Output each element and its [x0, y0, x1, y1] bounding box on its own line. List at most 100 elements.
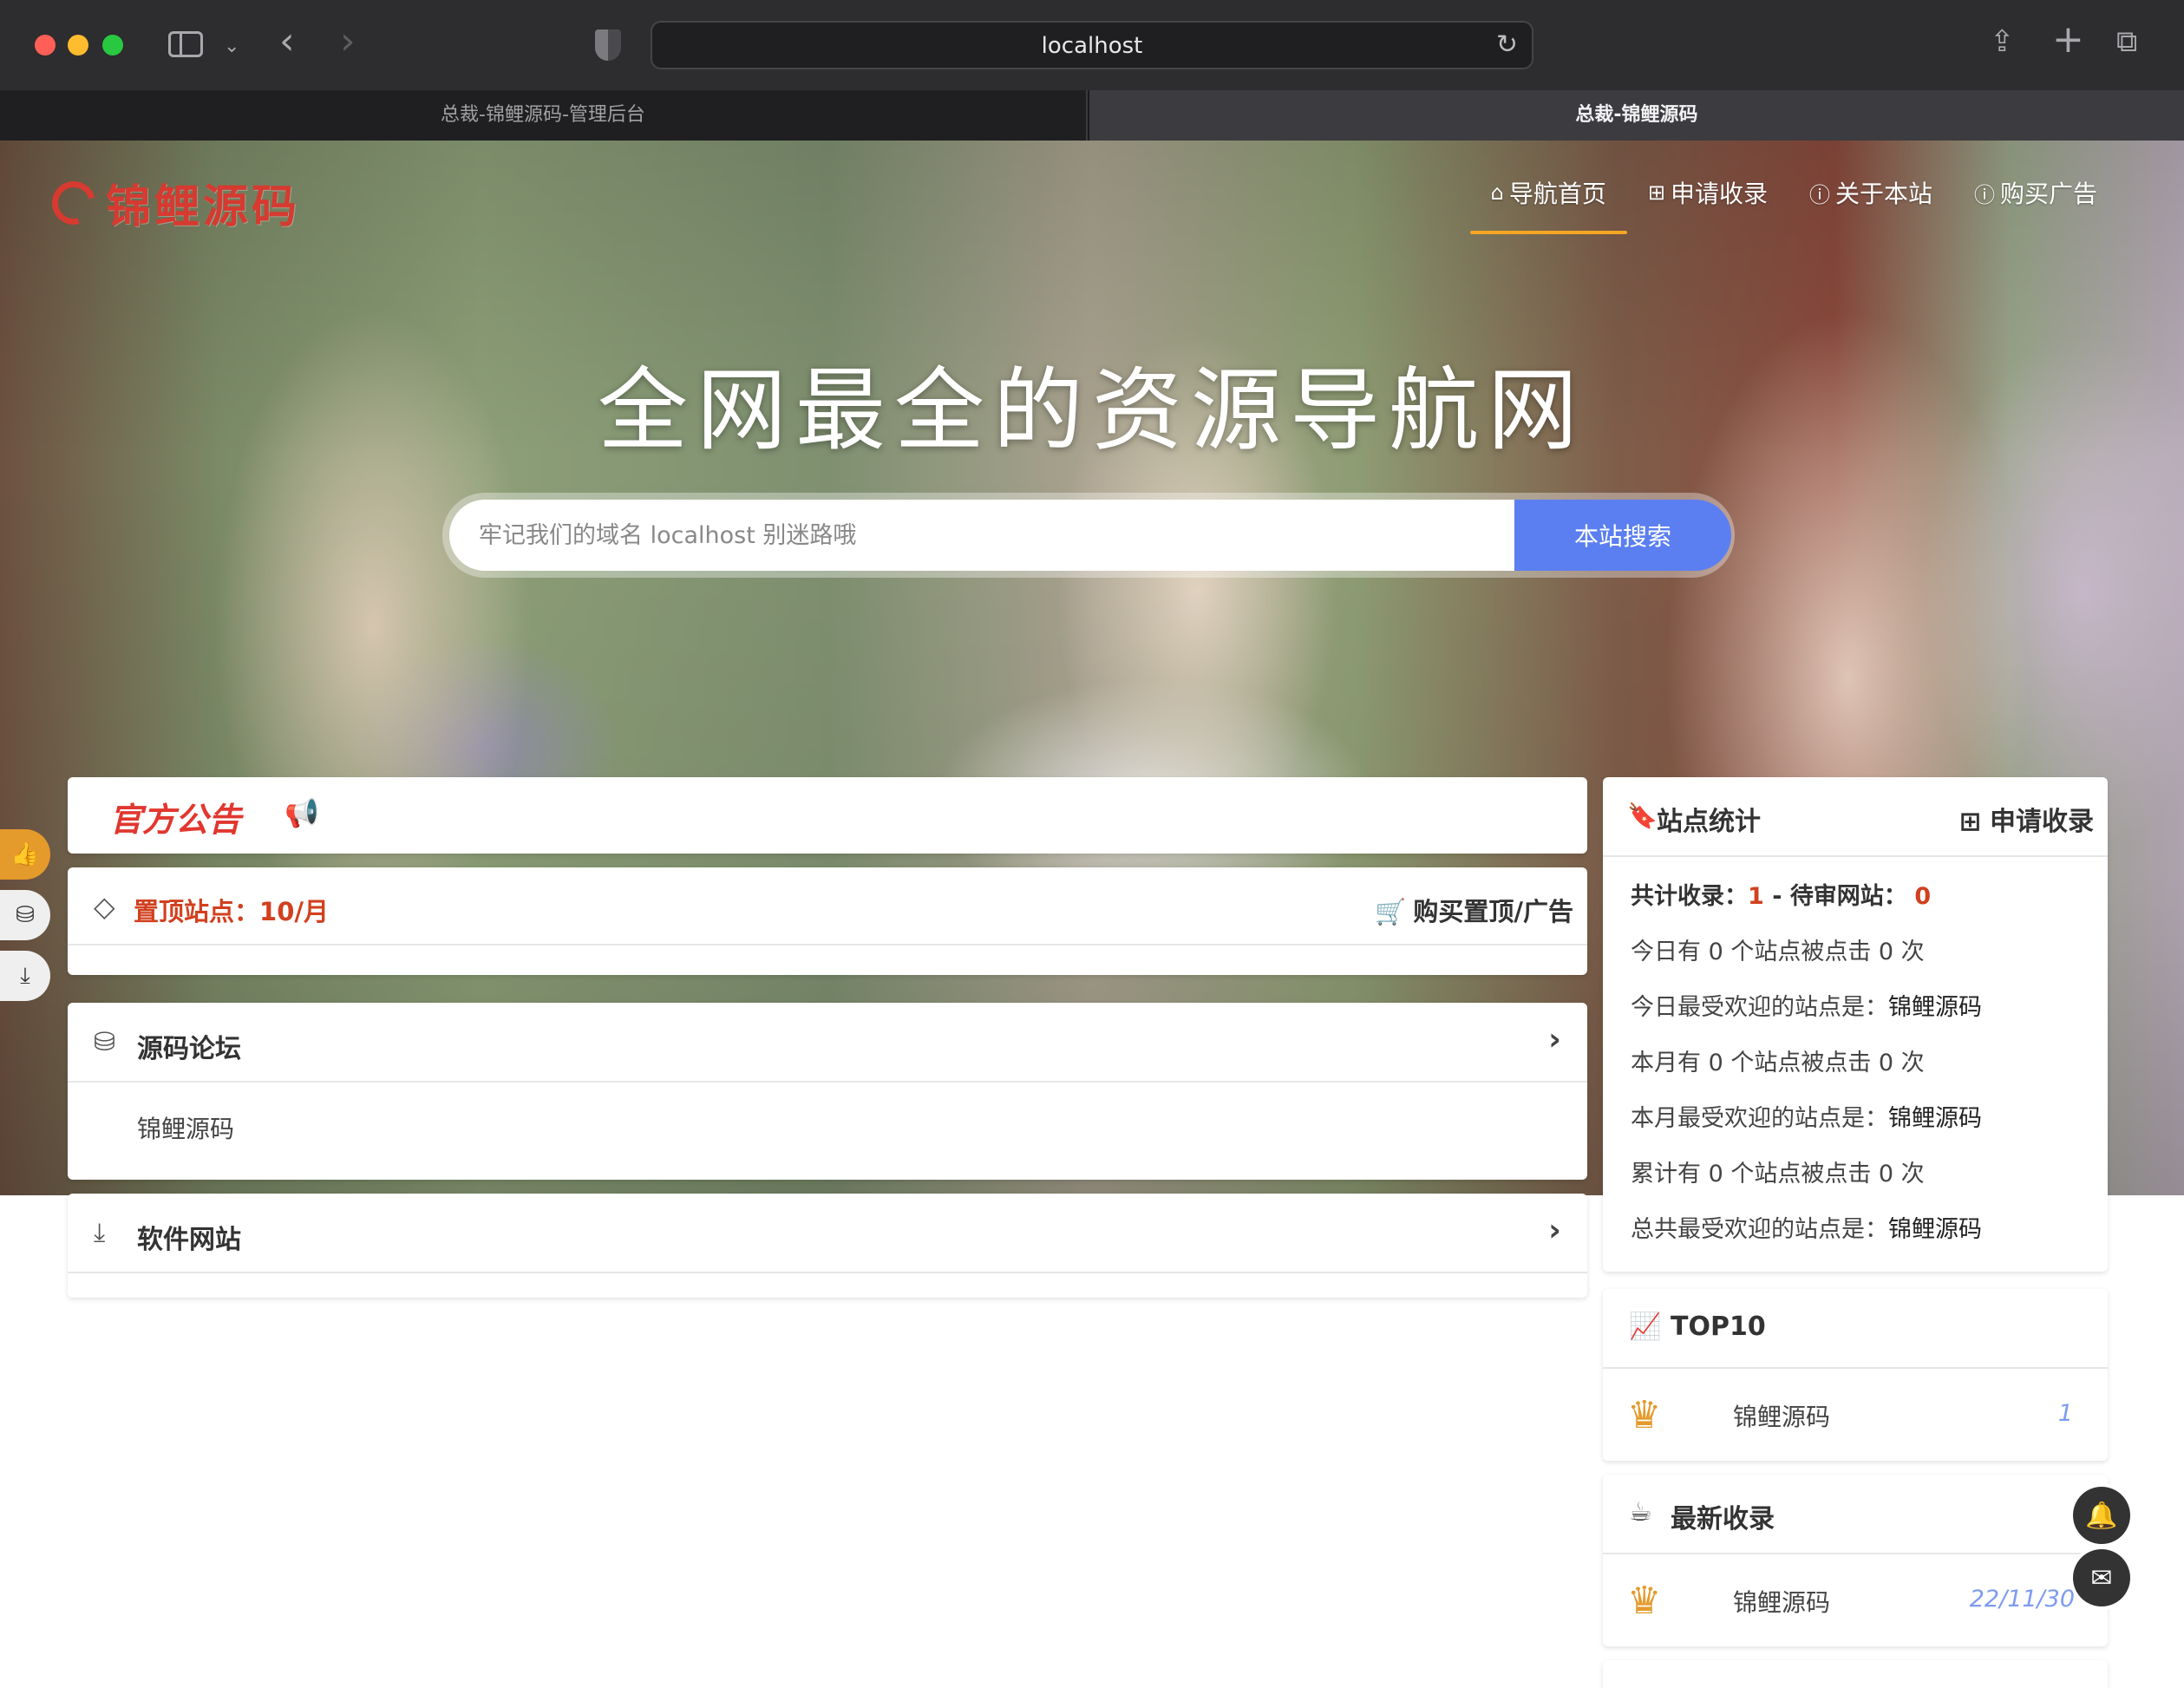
diamond-icon: ◇ — [94, 890, 115, 923]
site-logo[interactable]: 锦鲤源码 — [43, 170, 300, 235]
pinned-header: ◇ 置顶站点：10/月 🛒 购买置顶/广告 — [68, 867, 1587, 945]
download-icon[interactable]: ⤓ — [0, 951, 50, 1001]
stat-row: 今日最受欢迎的站点是：锦鲤源码 — [1631, 980, 2090, 1036]
stat-site-link[interactable]: 锦鲤源码 — [1888, 1105, 1982, 1132]
pending-label: 待审网站： — [1789, 883, 1907, 910]
search-form: 本站搜索 — [442, 493, 1735, 578]
cubes-icon[interactable]: ⛁ — [0, 890, 50, 940]
stat-text: 本月最受欢迎的站点是： — [1631, 1105, 1888, 1132]
forward-arrow-icon[interactable]: › — [340, 23, 356, 61]
coffee-icon: ☕ — [1629, 1497, 1652, 1528]
category-title: 软件网站 — [137, 1225, 241, 1255]
tab-admin[interactable]: 总裁-锦鲤源码-管理后台 — [0, 90, 1088, 141]
nav-home-label: 导航首页 — [1508, 180, 1606, 208]
nav-about-label: 关于本站 — [1834, 180, 1932, 208]
stats-body: 共计收录：1 - 待审网站： 0 今日有 0 个站点被点击 0 次 今日最受欢迎… — [1631, 869, 2090, 1258]
close-window-button[interactable] — [35, 35, 56, 56]
category-card: ⛁ 源码论坛 › 锦鲤源码 — [68, 1003, 1587, 1180]
download-icon: ⤓ — [94, 1218, 106, 1248]
nav-apply-label: 申请收录 — [1670, 180, 1768, 208]
tab-strip: 总裁-锦鲤源码-管理后台 总裁-锦鲤源码 — [0, 90, 2184, 141]
cart-icon: 🛒 — [1375, 897, 1407, 926]
stat-text: 今日最受欢迎的站点是： — [1631, 994, 1888, 1021]
stat-row: 累计有 0 个站点被点击 0 次 — [1631, 1147, 2090, 1202]
stat-site-link[interactable]: 锦鲤源码 — [1888, 994, 1982, 1021]
search-button[interactable]: 本站搜索 — [1514, 500, 1731, 571]
minimize-window-button[interactable] — [68, 35, 88, 56]
share-icon[interactable]: ⇪ — [1990, 24, 2015, 59]
top10-site-name[interactable]: 锦鲤源码 — [1733, 1398, 1830, 1433]
total-sep: - — [1763, 883, 1790, 910]
back-arrow-icon[interactable]: ‹ — [279, 23, 295, 61]
notice-title: 官方公告 — [109, 801, 242, 839]
info-icon: ⓘ — [1808, 182, 1830, 207]
chevron-right-icon[interactable]: › — [1548, 1022, 1561, 1057]
pinned-label: 置顶站点：10/月 — [134, 892, 329, 928]
new-tab-plus-icon[interactable]: + — [2052, 21, 2084, 59]
buy-pinned-ad-label: 购买置顶/广告 — [1413, 897, 1573, 926]
pinned-label-text: 置顶站点： — [134, 897, 260, 926]
home-icon: ⌂ — [1490, 180, 1504, 205]
stat-row: 本月最受欢迎的站点是：锦鲤源码 — [1631, 1091, 2090, 1147]
address-bar[interactable]: localhost ↻ — [651, 21, 1533, 69]
search-input[interactable] — [449, 500, 1523, 571]
total-label: 共计收录： — [1631, 883, 1748, 910]
reload-icon[interactable]: ↻ — [1496, 29, 1518, 60]
bell-icon[interactable]: 🔔 — [2073, 1487, 2130, 1544]
thumbs-up-icon[interactable]: 👍 — [0, 829, 50, 880]
site-stats-card: 🔖 站点统计 ⊞ 申请收录 共计收录：1 - 待审网站： 0 今日有 0 个站点被… — [1603, 777, 2108, 1272]
stat-site-link[interactable]: 锦鲤源码 — [1888, 1216, 1982, 1243]
next-card-peek — [1603, 1660, 2108, 1688]
pinned-sites-card: ◇ 置顶站点：10/月 🛒 购买置顶/广告 — [68, 867, 1587, 975]
stat-text: 总共最受欢迎的站点是： — [1631, 1216, 1888, 1243]
info-icon: ⓘ — [1973, 182, 1995, 207]
page-content: 锦鲤源码 ⌂ 导航首页 ⊞ 申请收录 ⓘ 关于本站 ⓘ 购买广告 全网最全的资源… — [0, 141, 2184, 1688]
chevron-down-icon[interactable]: ⌄ — [224, 29, 239, 64]
stats-total-row: 共计收录：1 - 待审网站： 0 — [1631, 869, 2090, 925]
plus-square-icon: ⊞ — [1647, 180, 1665, 205]
privacy-shield-icon[interactable] — [595, 29, 621, 61]
site-link[interactable]: 锦鲤源码 — [137, 1110, 234, 1145]
plus-square-icon: ⊞ — [1958, 807, 1981, 837]
nav-apply[interactable]: ⊞ 申请收录 — [1648, 175, 1768, 210]
chevron-right-icon[interactable]: › — [1548, 1213, 1561, 1248]
sidebar-toggle-icon[interactable] — [168, 31, 203, 57]
pending-value: 0 — [1914, 883, 1932, 910]
total-value: 1 — [1748, 883, 1764, 910]
crown-icon: ♛ — [1627, 1393, 1662, 1437]
zoom-window-button[interactable] — [102, 35, 123, 56]
nav-home[interactable]: ⌂ 导航首页 — [1469, 175, 1628, 234]
top10-card: 📈 TOP10 ♛ 锦鲤源码 1 — [1603, 1289, 2108, 1461]
stats-title: 站点统计 — [1657, 807, 1761, 837]
latest-title: 最新收录 — [1671, 1504, 1775, 1534]
hero-title: 全网最全的资源导航网 — [597, 357, 1586, 463]
buy-pinned-ad-link[interactable]: 🛒 购买置顶/广告 — [1375, 892, 1573, 928]
koi-logo-icon — [43, 173, 104, 232]
latest-header: ☕ 最新收录 — [1603, 1475, 2108, 1554]
top10-count: 1 — [2057, 1400, 2073, 1427]
latest-site-name[interactable]: 锦鲤源码 — [1733, 1584, 1830, 1619]
nav-buy-ad-label: 购买广告 — [1999, 180, 2097, 208]
stat-text: 本月有 0 个站点被点击 0 次 — [1631, 1050, 1925, 1076]
category-header[interactable]: ⛁ 源码论坛 › — [68, 1003, 1587, 1083]
category-title: 源码论坛 — [137, 1034, 241, 1064]
nav-buy-ad[interactable]: ⓘ 购买广告 — [1974, 175, 2097, 210]
nav-about[interactable]: ⓘ 关于本站 — [1809, 175, 1932, 210]
stat-row: 本月有 0 个站点被点击 0 次 — [1631, 1036, 2090, 1091]
apply-inclusion-label: 申请收录 — [1990, 807, 2094, 837]
stats-header: 🔖 站点统计 ⊞ 申请收录 — [1603, 777, 2108, 857]
top10-title: TOP10 — [1671, 1312, 1766, 1342]
category-header[interactable]: ⤓ 软件网站 › — [68, 1194, 1587, 1273]
list-item[interactable]: ♛ 锦鲤源码 1 — [1603, 1369, 2108, 1461]
cubes-icon: ⛁ — [94, 1027, 116, 1057]
stat-row: 总共最受欢迎的站点是：锦鲤源码 — [1631, 1202, 2090, 1258]
tab-site[interactable]: 总裁-锦鲤源码 — [1089, 90, 2184, 141]
megaphone-icon: 📢 — [284, 796, 319, 829]
list-item[interactable]: ♛ 锦鲤源码 22/11/30 — [1603, 1554, 2108, 1646]
apply-inclusion-link[interactable]: ⊞ 申请收录 — [1959, 800, 2094, 838]
stat-text: 累计有 0 个站点被点击 0 次 — [1631, 1161, 1925, 1187]
browser-toolbar: ⌄ ‹ › localhost ↻ ⇪ + ⧉ — [0, 0, 2184, 90]
notice-card: 官方公告 📢 — [68, 777, 1587, 854]
envelope-icon[interactable]: ✉ — [2073, 1549, 2130, 1606]
tab-overview-icon[interactable]: ⧉ — [2116, 24, 2137, 59]
